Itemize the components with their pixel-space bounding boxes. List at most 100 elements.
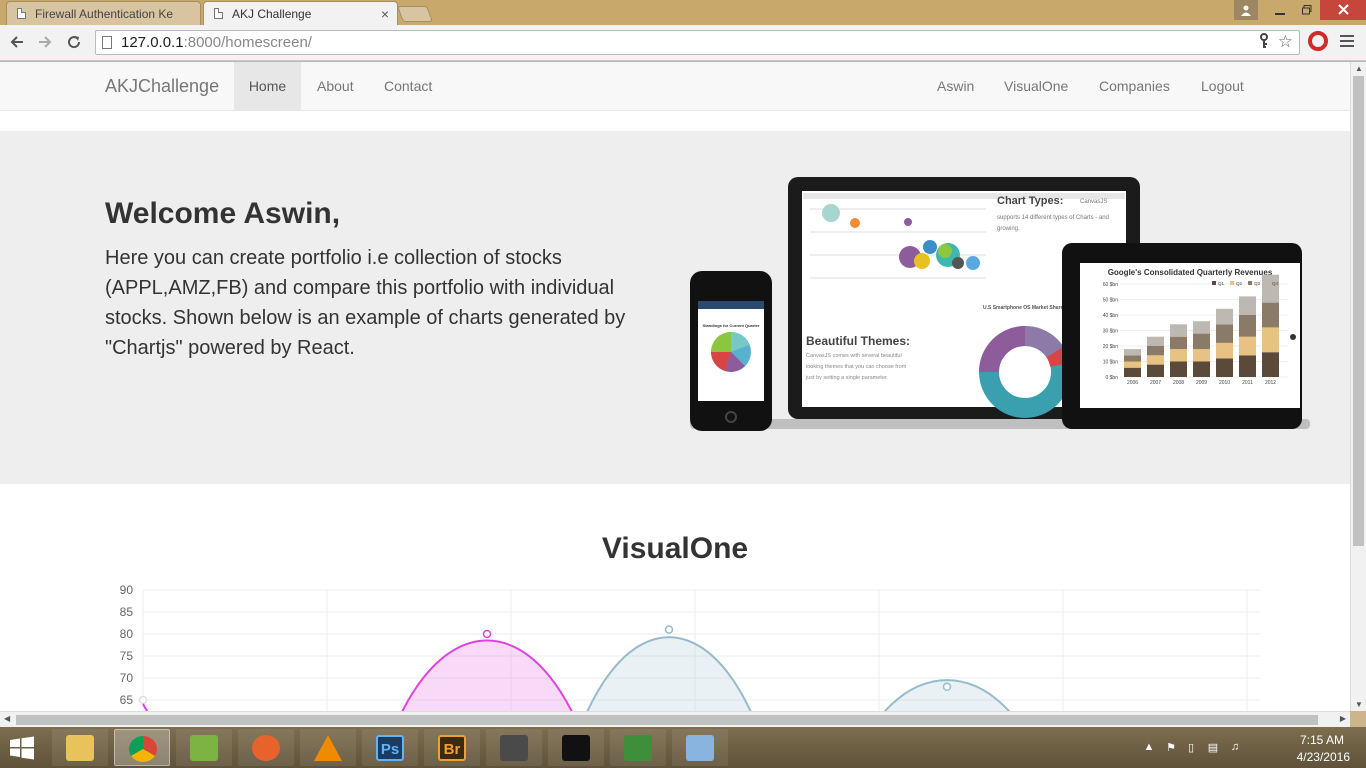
- nav-contact[interactable]: Contact: [369, 62, 447, 111]
- action-center-flag-icon[interactable]: ⚑: [1164, 741, 1178, 755]
- new-tab-button[interactable]: [397, 6, 433, 22]
- taskbar-command-prompt[interactable]: [548, 729, 604, 766]
- svg-text:CanvasJS comes with several be: CanvasJS comes with several beautiful: [806, 353, 902, 359]
- taskbar-chrome[interactable]: [114, 729, 170, 766]
- laptop-themes-title: Beautiful Themes:: [806, 334, 910, 348]
- tablet-bar: [1193, 349, 1210, 362]
- scroll-thumb[interactable]: [1353, 76, 1364, 546]
- laptop-heading: Chart Types:: [997, 195, 1063, 207]
- series-1-point[interactable]: [482, 629, 492, 639]
- tablet-bar: [1216, 324, 1233, 343]
- nav-companies[interactable]: Companies: [1084, 62, 1185, 111]
- taskbar-firefox[interactable]: [238, 729, 294, 766]
- welcome-heading: Welcome Aswin,: [105, 197, 341, 230]
- series-2-point[interactable]: [664, 625, 674, 634]
- firefox-icon: [252, 735, 280, 761]
- tablet-ytick: 40 $bn: [1103, 313, 1119, 319]
- volume-icon[interactable]: ♫: [1228, 741, 1242, 755]
- taskbar-file-explorer[interactable]: [52, 729, 108, 766]
- page-icon: [17, 8, 26, 19]
- back-icon[interactable]: [6, 31, 28, 53]
- scroll-up-icon[interactable]: ▲: [1355, 64, 1363, 73]
- show-hidden-icons-icon[interactable]: ▲: [1142, 741, 1156, 755]
- tablet-bar: [1216, 308, 1233, 325]
- nav-about[interactable]: About: [302, 62, 369, 111]
- y-tick-label: 90: [120, 583, 134, 597]
- sublime-text-icon: [500, 735, 528, 761]
- taskbar-paint[interactable]: [672, 729, 728, 766]
- y-tick-label: 65: [120, 693, 134, 707]
- scroll-down-icon[interactable]: ▼: [1355, 700, 1363, 709]
- tablet-bar: [1239, 336, 1256, 356]
- network-icon[interactable]: ▤: [1206, 741, 1220, 755]
- restore-icon[interactable]: [1294, 0, 1320, 20]
- user-icon[interactable]: [1234, 0, 1258, 20]
- photoshop-icon: Ps: [376, 735, 404, 761]
- tablet-bar: [1239, 315, 1256, 337]
- nav-home[interactable]: Home: [234, 62, 301, 111]
- nav-logout[interactable]: Logout: [1186, 62, 1259, 111]
- browser-toolbar: 127.0.0.1:8000/homescreen/ ☆: [0, 25, 1366, 61]
- tablet-year-label: 2012: [1265, 380, 1276, 386]
- battery-icon[interactable]: ▯: [1184, 741, 1198, 755]
- url-text[interactable]: 127.0.0.1:8000/homescreen/: [121, 34, 312, 51]
- scroll-right-icon[interactable]: ▶: [1340, 714, 1346, 723]
- taskbar-android-studio[interactable]: [176, 729, 232, 766]
- taskbar-notepad[interactable]: [610, 729, 666, 766]
- tab-title: Firewall Authentication Ke: [35, 7, 174, 21]
- laptop-brand: CanvasJS: [1080, 199, 1107, 205]
- windows-start-icon[interactable]: [8, 736, 38, 760]
- close-window-icon[interactable]: [1320, 0, 1366, 20]
- taskbar-sublime-text[interactable]: [486, 729, 542, 766]
- tablet-year-label: 2011: [1242, 380, 1253, 386]
- vertical-scrollbar[interactable]: ▲ ▼: [1350, 62, 1366, 711]
- tablet-bar: [1262, 327, 1279, 353]
- clock-time[interactable]: 7:15 AM: [1300, 733, 1344, 747]
- windows-taskbar: Ps Br ▲ ⚑ ▯ ▤ ♫ 7:15 AM 4/23/2016: [0, 727, 1366, 768]
- forward-icon[interactable]: [34, 31, 56, 53]
- horizontal-scrollbar[interactable]: ◀ ▶: [0, 711, 1350, 727]
- taskbar-bridge[interactable]: Br: [424, 729, 480, 766]
- hscroll-thumb[interactable]: [16, 715, 1318, 725]
- key-icon[interactable]: [1259, 33, 1269, 52]
- chart-section-title: VisualOne: [601, 532, 749, 565]
- reload-icon[interactable]: [63, 31, 85, 53]
- taskbar-vlc[interactable]: [300, 729, 356, 766]
- minimize-icon[interactable]: [1266, 0, 1294, 20]
- chrome-menu-icon[interactable]: [1340, 30, 1354, 53]
- svg-text:looking themes that you can ch: looking themes that you can choose from: [806, 364, 907, 370]
- scroll-left-icon[interactable]: ◀: [4, 714, 10, 723]
- tablet-bar: [1170, 361, 1187, 377]
- bridge-icon: Br: [438, 735, 466, 761]
- tablet-legend-swatch: [1248, 281, 1252, 285]
- nav-visualone[interactable]: VisualOne: [989, 62, 1083, 111]
- tablet-ytick: 50 $bn: [1103, 298, 1119, 304]
- series-2b-point[interactable]: [942, 682, 952, 692]
- laptop-pie-title: U.S Smartphone OS Market Share, Q3: [983, 305, 1073, 311]
- tablet-year-label: 2008: [1173, 380, 1184, 386]
- jumbotron: Welcome Aswin, Here you can create portf…: [0, 131, 1350, 484]
- tablet-bar: [1193, 361, 1210, 377]
- address-bar[interactable]: 127.0.0.1:8000/homescreen/ ☆: [95, 30, 1300, 55]
- taskbar-photoshop[interactable]: Ps: [362, 729, 418, 766]
- tab-akj-challenge[interactable]: AKJ Challenge ×: [203, 1, 398, 25]
- close-tab-icon[interactable]: ×: [381, 2, 389, 25]
- svg-text:just by setting a single param: just by setting a single parameter.: [805, 375, 888, 381]
- tablet-ytick: 20 $bn: [1103, 344, 1119, 350]
- series-1-line: [142, 703, 149, 711]
- y-tick-label: 75: [120, 649, 134, 663]
- file-explorer-icon: [66, 735, 94, 761]
- android-studio-icon: [190, 735, 218, 761]
- nav-aswin[interactable]: Aswin: [922, 62, 989, 111]
- tablet-ytick: 60 $bn: [1103, 282, 1119, 288]
- navbar-brand[interactable]: AKJChallenge: [105, 76, 219, 97]
- series-1-point[interactable]: [138, 695, 148, 705]
- clock-date[interactable]: 4/23/2016: [1297, 750, 1350, 764]
- tablet-year-label: 2010: [1219, 380, 1230, 386]
- opera-extension-icon[interactable]: [1308, 31, 1328, 51]
- bookmark-star-icon[interactable]: ☆: [1278, 32, 1293, 52]
- tab-title: AKJ Challenge: [232, 7, 312, 21]
- tab-firewall[interactable]: Firewall Authentication Ke: [6, 1, 201, 25]
- system-tray: ▲ ⚑ ▯ ▤ ♫ 7:15 AM 4/23/2016: [1144, 727, 1366, 768]
- tablet-bar: [1147, 355, 1164, 365]
